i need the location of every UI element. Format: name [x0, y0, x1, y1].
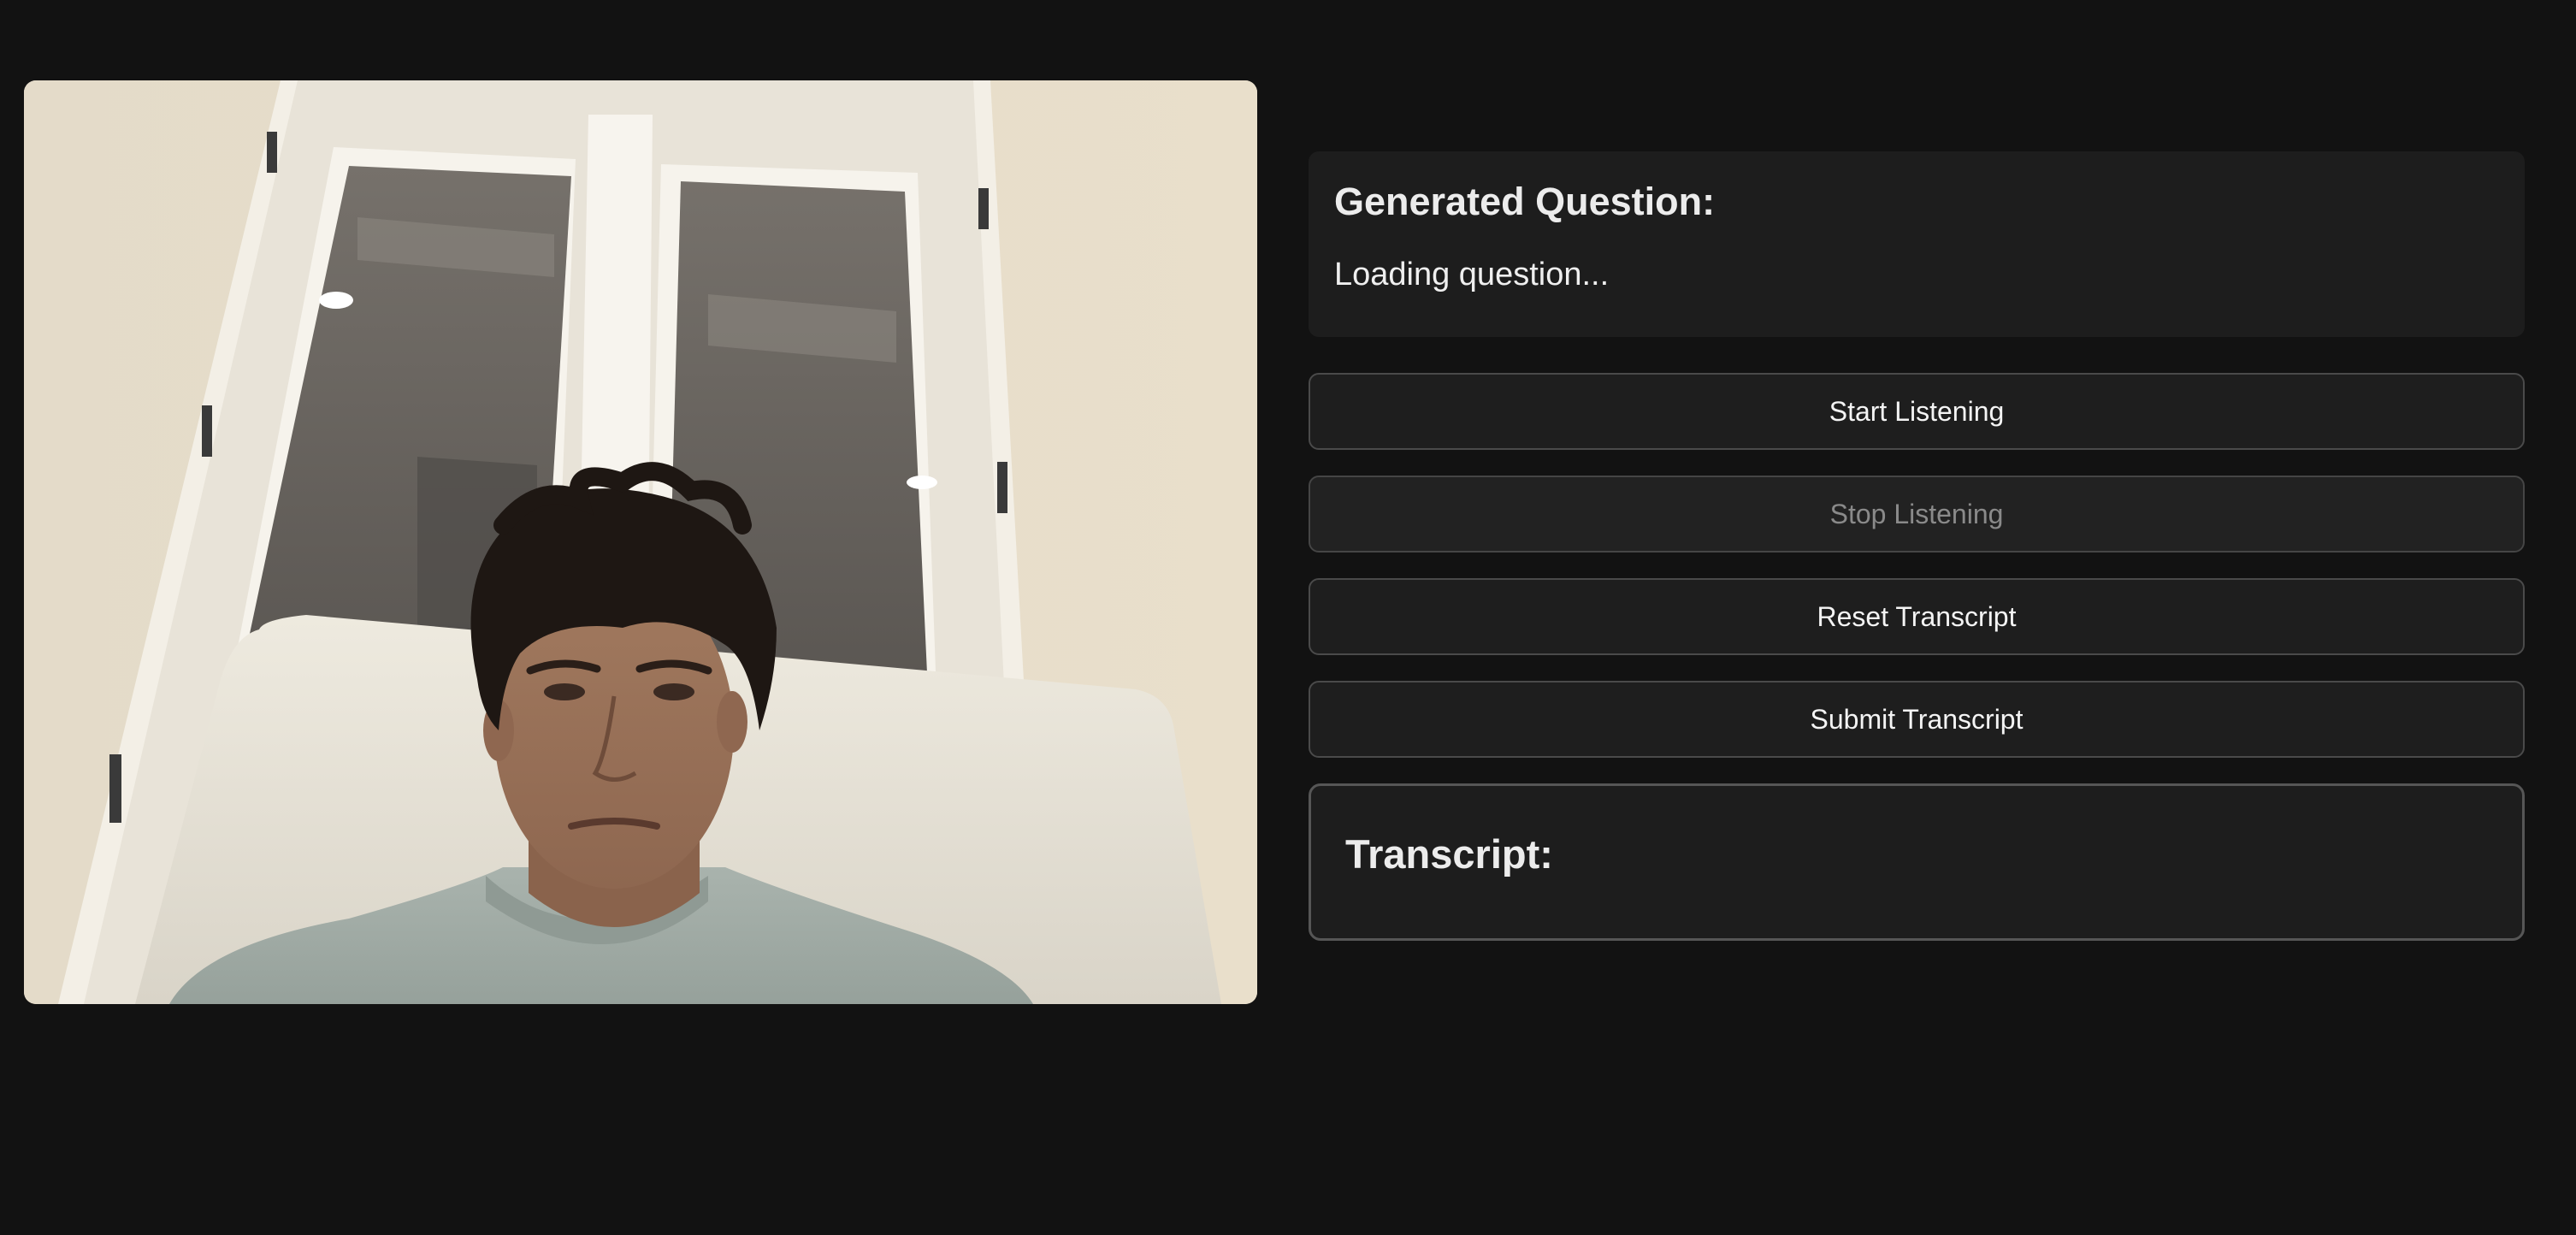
webcam-frame-image	[24, 80, 1257, 1004]
webcam-video-feed	[24, 80, 1257, 1004]
reset-transcript-button[interactable]: Reset Transcript	[1309, 578, 2525, 655]
question-heading: Generated Question:	[1334, 180, 1716, 223]
start-listening-button[interactable]: Start Listening	[1309, 373, 2525, 450]
interview-app: Generated Question: Loading question... …	[0, 0, 2576, 1235]
transcript-card: Transcript:	[1309, 783, 2525, 941]
submit-transcript-button[interactable]: Submit Transcript	[1309, 681, 2525, 758]
control-panel: Generated Question: Loading question... …	[1309, 151, 2525, 941]
generated-question-card: Generated Question: Loading question...	[1309, 151, 2525, 337]
stop-listening-button[interactable]: Stop Listening	[1309, 476, 2525, 552]
question-text: Loading question...	[1334, 257, 1610, 292]
transcript-heading: Transcript:	[1345, 831, 1553, 877]
